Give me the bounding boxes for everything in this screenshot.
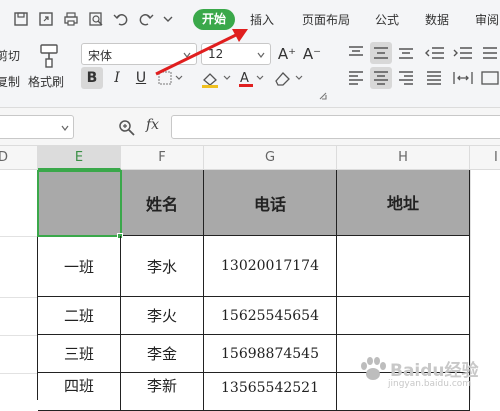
- baidu-paw-logo-icon: [361, 357, 386, 380]
- formula-input[interactable]: [171, 115, 500, 139]
- align-right-icon[interactable]: [396, 70, 416, 86]
- align-top-icon[interactable]: [346, 45, 366, 61]
- undo-icon[interactable]: [113, 11, 129, 27]
- column-header-d[interactable]: D: [0, 146, 38, 170]
- table-cell[interactable]: [337, 236, 470, 297]
- name-box[interactable]: [0, 115, 74, 139]
- font-name-value: 宋体: [88, 49, 113, 63]
- save-icon[interactable]: [13, 11, 29, 27]
- align-middle-button[interactable]: [370, 42, 392, 64]
- table-cell[interactable]: 李水: [121, 236, 204, 297]
- table-cell[interactable]: 二班: [38, 297, 121, 335]
- table-cell[interactable]: 三班: [38, 335, 121, 373]
- table-cell[interactable]: 四班: [38, 373, 121, 411]
- table-cell[interactable]: 13565542521: [204, 373, 337, 411]
- column-header-h[interactable]: H: [337, 146, 470, 170]
- align-bottom-icon[interactable]: [396, 45, 416, 61]
- table-cell[interactable]: 15625545654: [204, 297, 337, 335]
- italic-button[interactable]: I: [107, 67, 127, 89]
- gridline: [0, 297, 38, 298]
- column-header-f[interactable]: F: [121, 146, 204, 170]
- increase-font-size-button[interactable]: A⁺: [277, 43, 297, 65]
- table-cell[interactable]: 李火: [121, 297, 204, 335]
- column-header-row: D E F G H I: [0, 146, 500, 170]
- watermark-url: jingyan.baidu.com: [388, 379, 472, 389]
- watermark-text: Baidu经验: [390, 361, 479, 381]
- font-dialog-launcher-icon[interactable]: [318, 91, 328, 101]
- tab-page-layout[interactable]: 页面布局: [302, 11, 350, 28]
- table-cell[interactable]: 15698874545: [204, 335, 337, 373]
- table-cell[interactable]: [337, 297, 470, 335]
- column-header-i[interactable]: I: [470, 146, 500, 170]
- bold-button[interactable]: B: [81, 67, 103, 89]
- gridline: [0, 335, 38, 336]
- align-left-icon[interactable]: [346, 70, 366, 86]
- tab-review[interactable]: 审阅: [475, 11, 499, 28]
- cut-button[interactable]: 剪切: [0, 47, 20, 64]
- table-cell[interactable]: 13020017174: [204, 236, 337, 297]
- underline-button[interactable]: U: [131, 67, 151, 89]
- table-header-cell[interactable]: 电话: [204, 170, 337, 236]
- selection-box: [37, 170, 122, 237]
- insert-function-button[interactable]: fx: [146, 117, 159, 133]
- align-center-icon: [374, 71, 388, 85]
- table-header-cell[interactable]: 姓名: [121, 170, 204, 236]
- clear-format-icon[interactable]: [272, 69, 306, 89]
- tab-formulas[interactable]: 公式: [375, 11, 399, 28]
- annotation-arrow-icon: [155, 29, 248, 76]
- justify-icon[interactable]: [424, 70, 444, 86]
- decrease-indent-icon[interactable]: [424, 45, 446, 61]
- column-header-e[interactable]: E: [38, 146, 121, 170]
- export-icon[interactable]: [38, 11, 54, 27]
- chevron-down-icon: [61, 125, 69, 131]
- zoom-search-icon[interactable]: [118, 119, 136, 137]
- wrap-text-icon[interactable]: [480, 45, 500, 61]
- table-cell[interactable]: 一班: [38, 236, 121, 297]
- decrease-font-size-button[interactable]: A⁻: [302, 43, 322, 65]
- table-header-cell[interactable]: 地址: [337, 170, 470, 236]
- format-painter-icon[interactable]: [38, 43, 60, 69]
- align-middle-icon: [374, 47, 388, 59]
- print-preview-icon[interactable]: [88, 11, 104, 27]
- table-cell[interactable]: 李新: [121, 373, 204, 411]
- format-painter-button[interactable]: 格式刷: [28, 73, 64, 90]
- column-header-g[interactable]: G: [204, 146, 337, 170]
- tab-data[interactable]: 数据: [425, 11, 449, 28]
- formula-bar: fx: [0, 108, 500, 146]
- print-icon[interactable]: [63, 11, 79, 27]
- merge-cells-icon[interactable]: [480, 70, 500, 86]
- distributed-align-icon[interactable]: [452, 70, 474, 86]
- increase-indent-icon[interactable]: [452, 45, 474, 61]
- align-center-button[interactable]: [370, 67, 392, 89]
- gridline: [0, 373, 38, 374]
- gridline: [0, 236, 38, 237]
- copy-button[interactable]: 复制: [0, 73, 20, 90]
- table-cell[interactable]: 李金: [121, 335, 204, 373]
- watermark: Baidu经验 jingyan.baidu.com: [358, 352, 498, 396]
